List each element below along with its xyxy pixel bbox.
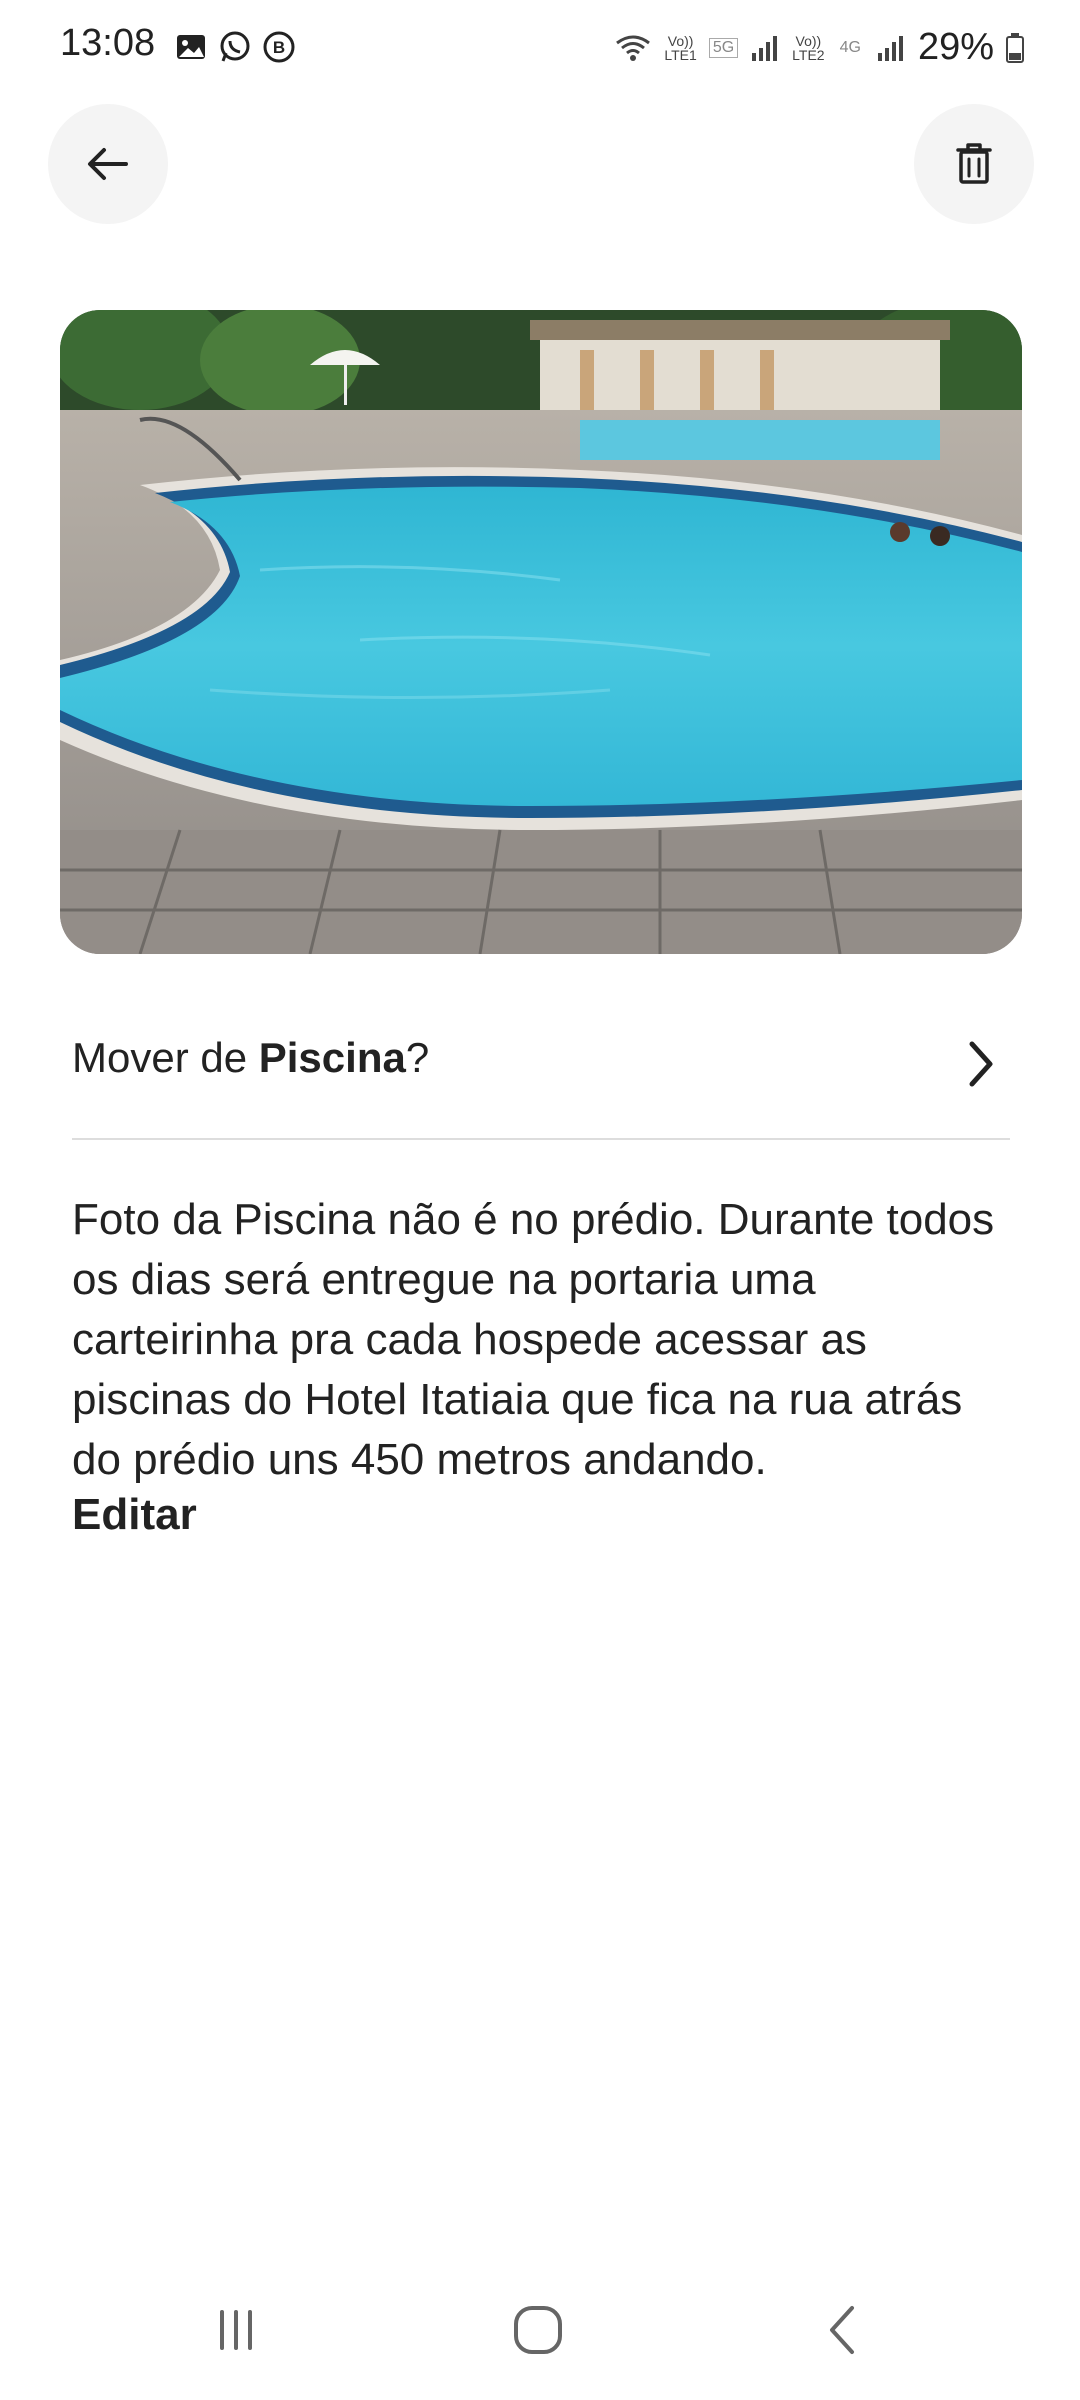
back-icon	[830, 2306, 854, 2354]
status-indicators: Vo)) LTE1 5G Vo)) LTE2 4G 29%	[614, 26, 1024, 69]
system-back-button[interactable]	[804, 2290, 884, 2370]
recent-apps-button[interactable]	[196, 2290, 276, 2370]
recent-apps-icon	[220, 2310, 252, 2350]
sim1-network: 5G	[708, 37, 739, 58]
move-room-row[interactable]: Mover de Piscina?	[72, 1014, 1012, 1114]
b-badge-icon: B	[263, 31, 295, 63]
sim2-volte: Vo)) LTE2	[792, 32, 825, 63]
svg-text:B: B	[273, 38, 285, 57]
room-name: Piscina	[258, 1034, 406, 1081]
whatsapp-icon	[220, 31, 250, 62]
notification-icons: B	[174, 30, 296, 64]
wifi-icon	[616, 35, 651, 61]
signal-icon	[752, 35, 778, 61]
delete-button[interactable]	[914, 104, 1034, 224]
gallery-icon	[177, 35, 205, 59]
home-icon	[514, 2306, 562, 2354]
back-button[interactable]	[48, 104, 168, 224]
status-time: 13:08	[60, 22, 156, 64]
photo-description: Foto da Piscina não é no prédio. Durante…	[72, 1195, 995, 1484]
edit-link[interactable]: Editar	[72, 1490, 197, 1540]
pool-photo[interactable]	[60, 310, 1022, 954]
chevron-right-icon	[969, 1041, 993, 1087]
trash-icon	[956, 143, 992, 184]
pool-photo-image	[60, 310, 1022, 954]
divider	[72, 1138, 1010, 1140]
sim1-volte: Vo)) LTE1	[664, 32, 697, 63]
battery-level: 29%	[917, 26, 994, 68]
status-bar: 13:08 B Vo)) LTE1 5G Vo)) LTE2 4G 29%	[0, 0, 1080, 100]
home-button[interactable]	[498, 2290, 578, 2370]
arrow-left-icon	[88, 148, 128, 180]
sim2-network: 4G	[839, 38, 861, 56]
battery-icon	[1006, 32, 1024, 63]
signal-icon	[877, 35, 903, 61]
move-room-label: Mover de Piscina?	[72, 1034, 430, 1081]
